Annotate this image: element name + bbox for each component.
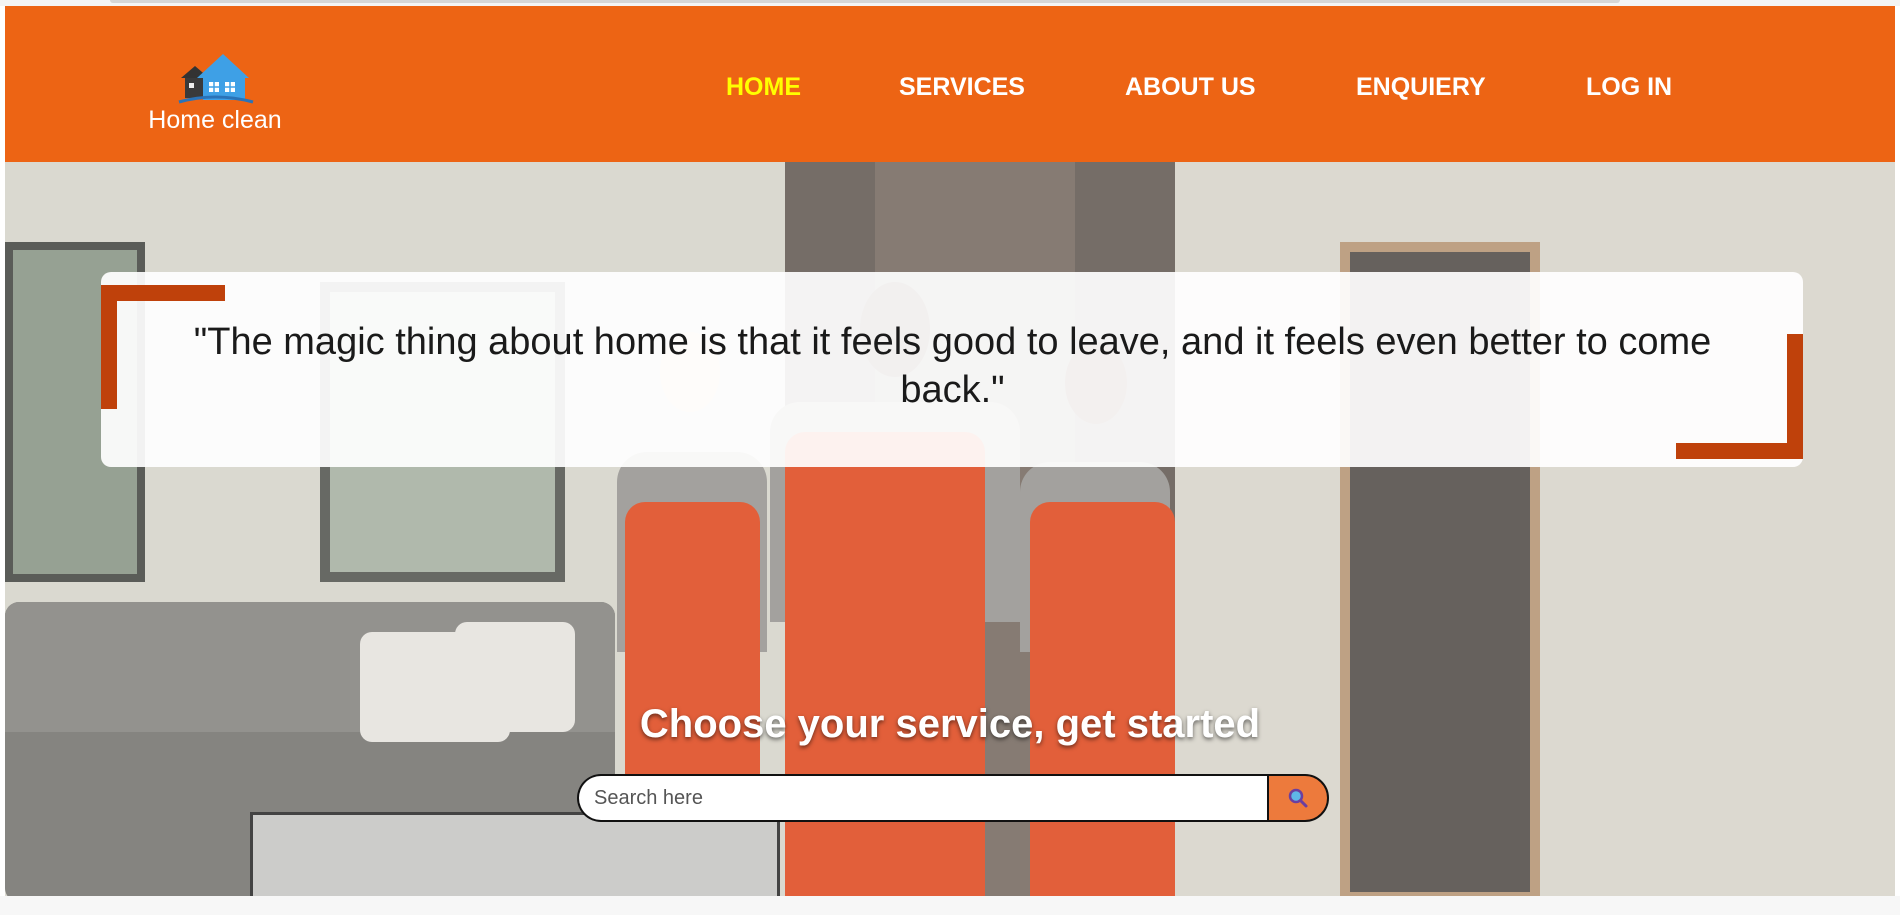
hero-quote: "The magic thing about home is that it f… [193, 321, 1712, 411]
page: Home clean HOME SERVICES ABOUT US ENQUIE… [5, 6, 1895, 896]
scroll-indicator [110, 0, 1620, 3]
site-header: Home clean HOME SERVICES ABOUT US ENQUIE… [5, 6, 1895, 162]
page-bottom-strip [0, 896, 1900, 915]
hero-cta-heading: Choose your service, get started [639, 702, 1261, 746]
logo[interactable]: Home clean [140, 52, 290, 152]
search-input[interactable] [577, 774, 1272, 822]
brand-name: Home clean [148, 106, 282, 134]
nav-enquiery[interactable]: ENQUIERY [1356, 73, 1486, 102]
search-icon [1288, 788, 1308, 808]
search-bar [577, 774, 1329, 822]
quote-corner-top-left [101, 285, 225, 301]
house-icon [178, 54, 254, 104]
nav-home[interactable]: HOME [726, 73, 801, 102]
nav-services[interactable]: SERVICES [899, 73, 1025, 102]
search-button[interactable] [1267, 774, 1329, 822]
quote-corner-bottom-right [1787, 334, 1803, 459]
quote-corner-top-left [101, 285, 117, 409]
quote-corner-bottom-right [1676, 443, 1803, 459]
nav-log-in[interactable]: LOG IN [1586, 73, 1672, 102]
nav-about-us[interactable]: ABOUT US [1125, 73, 1256, 102]
hero-section: "The magic thing about home is that it f… [5, 162, 1895, 896]
